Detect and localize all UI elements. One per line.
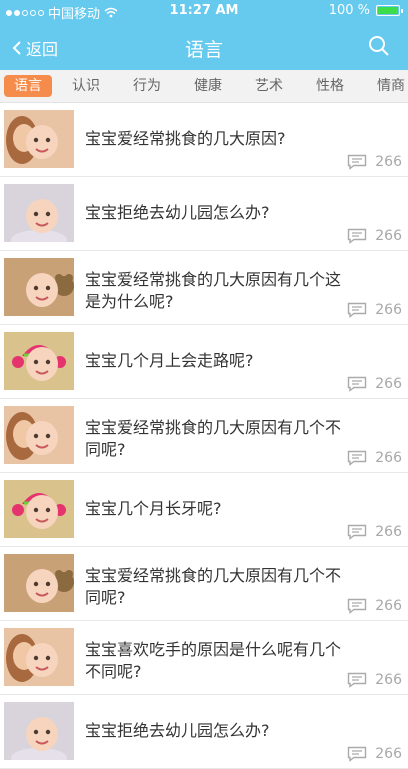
search-button[interactable] bbox=[368, 35, 390, 61]
list-item[interactable]: 宝宝几个月长牙呢? 266 bbox=[0, 473, 408, 547]
comment-count-value: 266 bbox=[375, 524, 402, 540]
tab-3[interactable]: 健康 bbox=[184, 75, 232, 97]
comment-icon bbox=[348, 524, 367, 540]
comment-count: 266 bbox=[347, 154, 402, 170]
status-bar: 中国移动 11:27 AM 100 % bbox=[0, 0, 408, 22]
item-title: 宝宝拒绝去幼儿园怎么办? bbox=[85, 203, 270, 222]
item-title: 宝宝几个月长牙呢? bbox=[85, 499, 222, 518]
category-tabs: 语言 认识 行为 健康 艺术 性格 情商 bbox=[0, 70, 408, 103]
comment-count: 266 bbox=[347, 524, 402, 540]
item-title: 宝宝爱经常挑食的几大原因有几个这是为什么呢? bbox=[85, 270, 342, 311]
baby-with-mother-thumbnail bbox=[4, 406, 74, 464]
comment-count: 266 bbox=[347, 746, 402, 762]
baby-with-mother-thumbnail bbox=[4, 628, 74, 686]
comment-count: 266 bbox=[347, 302, 402, 318]
baby-with-mother-thumbnail bbox=[4, 110, 74, 168]
comment-count: 266 bbox=[347, 376, 402, 392]
comment-count: 266 bbox=[347, 228, 402, 244]
item-title: 宝宝拒绝去幼儿园怎么办? bbox=[85, 721, 270, 740]
comment-count-value: 266 bbox=[375, 746, 402, 762]
comment-count-value: 266 bbox=[375, 154, 402, 170]
item-title: 宝宝爱经常挑食的几大原因? bbox=[85, 129, 286, 148]
comment-icon bbox=[348, 154, 367, 170]
list-item[interactable]: 宝宝几个月上会走路呢? 266 bbox=[0, 325, 408, 399]
list-item[interactable]: 宝宝拒绝去幼儿园怎么办? 266 bbox=[0, 695, 408, 769]
baby-with-toy-thumbnail bbox=[4, 258, 74, 316]
tab-1[interactable]: 认识 bbox=[62, 75, 110, 97]
item-title: 宝宝爱经常挑食的几大原因有几个不同呢? bbox=[85, 418, 342, 459]
comment-count-value: 266 bbox=[375, 376, 402, 392]
list-item[interactable]: 宝宝爱经常挑食的几大原因有几个不同呢? 266 bbox=[0, 547, 408, 621]
comment-count: 266 bbox=[347, 672, 402, 688]
battery-icon bbox=[376, 5, 403, 16]
comment-count: 266 bbox=[347, 450, 402, 466]
list-item[interactable]: 宝宝爱经常挑食的几大原因有几个这是为什么呢? 266 bbox=[0, 251, 408, 325]
comment-count-value: 266 bbox=[375, 302, 402, 318]
baby-smiling-thumbnail bbox=[4, 184, 74, 242]
tab-2[interactable]: 行为 bbox=[123, 75, 171, 97]
comment-icon bbox=[348, 746, 367, 762]
tab-4[interactable]: 艺术 bbox=[245, 75, 293, 97]
battery-percent: 100 % bbox=[328, 3, 370, 18]
list-item[interactable]: 宝宝喜欢吃手的原因是什么呢有几个不同呢? 266 bbox=[0, 621, 408, 695]
baby-knit-hat-thumbnail bbox=[4, 480, 74, 538]
tab-6[interactable]: 情商 bbox=[367, 75, 408, 97]
nav-bar: 返回 语言 bbox=[0, 22, 408, 70]
article-list: 宝宝爱经常挑食的几大原因? 266 宝宝拒绝去幼儿园怎么办? 266 宝宝爱经常挑食… bbox=[0, 103, 408, 769]
list-item[interactable]: 宝宝爱经常挑食的几大原因? 266 bbox=[0, 103, 408, 177]
baby-smiling-thumbnail bbox=[4, 702, 74, 760]
baby-with-toy-thumbnail bbox=[4, 554, 74, 612]
comment-icon bbox=[348, 672, 367, 688]
search-icon bbox=[369, 36, 389, 56]
comment-icon bbox=[348, 302, 367, 318]
comment-count: 266 bbox=[347, 598, 402, 614]
list-item[interactable]: 宝宝拒绝去幼儿园怎么办? 266 bbox=[0, 177, 408, 251]
list-item[interactable]: 宝宝爱经常挑食的几大原因有几个不同呢? 266 bbox=[0, 399, 408, 473]
comment-icon bbox=[348, 228, 367, 244]
comment-count-value: 266 bbox=[375, 672, 402, 688]
comment-count-value: 266 bbox=[375, 228, 402, 244]
status-right: 100 % bbox=[328, 3, 403, 18]
item-title: 宝宝几个月上会走路呢? bbox=[85, 351, 254, 370]
item-title: 宝宝爱经常挑食的几大原因有几个不同呢? bbox=[85, 566, 342, 607]
page-title: 语言 bbox=[184, 39, 223, 61]
comment-icon bbox=[348, 598, 367, 614]
tab-0[interactable]: 语言 bbox=[4, 75, 52, 97]
comment-icon bbox=[348, 450, 367, 466]
comment-count-value: 266 bbox=[375, 450, 402, 466]
comment-icon bbox=[348, 376, 367, 392]
comment-count-value: 266 bbox=[375, 598, 402, 614]
baby-knit-hat-thumbnail bbox=[4, 332, 74, 390]
item-title: 宝宝喜欢吃手的原因是什么呢有几个不同呢? bbox=[85, 640, 342, 681]
tab-5[interactable]: 性格 bbox=[306, 75, 354, 97]
